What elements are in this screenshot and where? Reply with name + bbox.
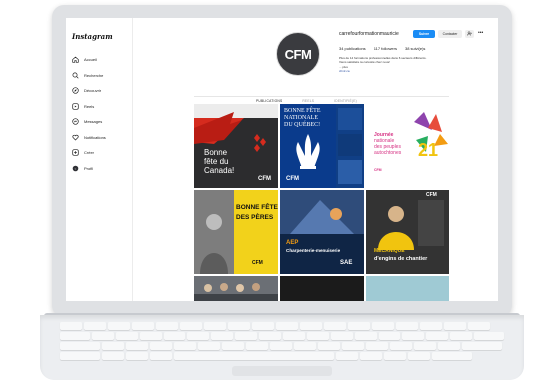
tab-reels[interactable]: REELS <box>302 99 314 103</box>
post-peres-line1: BONNE FÊTE <box>236 204 278 211</box>
avatar-icon: C <box>72 165 79 172</box>
message-icon <box>72 118 79 125</box>
sidebar-item-label: Créer <box>84 150 95 156</box>
sidebar-item-label: Découvrir <box>84 88 102 94</box>
keyboard-row <box>60 332 504 340</box>
post-peres-badge: CFM <box>252 260 263 266</box>
sidebar-item-label: Messages <box>84 119 103 125</box>
post-canada-line3: Canada! <box>204 166 235 175</box>
post-dark[interactable] <box>280 276 364 301</box>
sidebar-item-messages[interactable]: Messages <box>72 114 106 130</box>
profile-bio: Plus de 14 formations professionnelles d… <box>339 56 469 73</box>
post-charpente-line2: Charpenterie-menuiserie <box>286 248 341 253</box>
plus-square-icon <box>72 149 79 156</box>
post-mecanique-badge: CFM <box>426 192 437 198</box>
post-teal[interactable] <box>366 276 449 301</box>
profile-tabs: PUBLICATIONS REELS IDENTIFIÉ(E) <box>256 99 357 103</box>
post-mecanique[interactable]: MÉCANIQUE d'engins de chantier CFM <box>366 190 449 274</box>
more-options-icon[interactable]: ••• <box>478 30 483 36</box>
keyboard-row <box>60 352 504 360</box>
sidebar-item-label: Profil <box>84 165 94 171</box>
post-mecanique-line1: MÉCANIQUE <box>374 248 405 254</box>
instagram-logo[interactable]: Instagram <box>72 32 113 41</box>
tab-identifie[interactable]: IDENTIFIÉ(E) <box>334 99 357 103</box>
post-quebec-line1: BONNE FÊTE <box>284 108 321 114</box>
sidebar-item-notifications[interactable]: Notifications <box>72 130 106 146</box>
bio-website-link[interactable]: cfmtr.ca <box>339 69 469 73</box>
posts-grid: Bonne fête du Canada! CFM BONNE FÊTE NAT… <box>194 104 449 301</box>
group-photo <box>194 283 278 301</box>
post-charpente-line1: AEP <box>286 240 299 246</box>
heart-icon <box>72 134 79 141</box>
sidebar-item-label: Accueil <box>84 57 97 63</box>
sidebar-item-label: Recherche <box>84 72 104 78</box>
keyboard-row <box>60 342 504 350</box>
tab-publications[interactable]: PUBLICATIONS <box>256 99 282 103</box>
sidebar-item-reels[interactable]: Reels <box>72 99 106 115</box>
post-quebec-line3: DU QUÉBEC! <box>284 122 321 128</box>
sidebar-item-label: Reels <box>84 103 95 109</box>
suggest-user-button[interactable] <box>465 30 474 38</box>
profile-header: CFM carrefourformationmauricie Suivre Co… <box>132 18 498 96</box>
profile-avatar[interactable]: CFM <box>276 32 320 76</box>
post-peres[interactable]: BONNE FÊTE DES PÈRES CFM <box>194 190 278 274</box>
post-autochtones-line4: autochtones <box>374 150 402 156</box>
contact-button[interactable]: Contacter <box>438 30 462 38</box>
sidebar-item-recherche[interactable]: Recherche <box>72 68 106 84</box>
father-photo <box>194 190 278 274</box>
laptop-trackpad <box>232 366 332 376</box>
sidebar-item-label: Notifications <box>84 134 106 140</box>
post-mecanique-line2: d'engins de chantier <box>374 256 428 262</box>
post-quebec-badge: CFM <box>286 176 299 182</box>
post-quebec[interactable]: BONNE FÊTE NATIONALE DU QUÉBEC! CFM <box>280 104 364 188</box>
laptop-keyboard <box>60 322 504 366</box>
following-count[interactable]: 38 suivi(e)s <box>405 46 425 51</box>
sidebar: Instagram Accueil Recherche Découvrir Re… <box>66 18 133 301</box>
follow-button[interactable]: Suivre <box>413 30 435 38</box>
reels-icon <box>72 103 79 110</box>
post-canada-badge: CFM <box>258 176 271 182</box>
post-autochtones-badge: CFM <box>374 168 382 172</box>
post-group-photo[interactable] <box>194 276 278 301</box>
followers-count[interactable]: 117 followers <box>374 46 397 51</box>
keyboard-row <box>60 322 504 330</box>
post-canada-line2: fête du <box>204 157 229 166</box>
post-autochtones-number: 21 <box>418 140 439 160</box>
post-peres-line2: DES PÈRES <box>236 214 274 221</box>
tabs-divider <box>194 96 449 97</box>
sidebar-item-creer[interactable]: Créer <box>72 145 106 161</box>
post-charpente-badge: SAE <box>340 260 353 266</box>
profile-stats: 34 publications 117 followers 38 suivi(e… <box>339 46 425 51</box>
sidebar-item-decouvrir[interactable]: Découvrir <box>72 83 106 99</box>
post-canada-line1: Bonne <box>204 148 228 157</box>
post-autochtones[interactable]: 21 Journée nationale des peuples autocht… <box>366 104 449 188</box>
compass-icon <box>72 87 79 94</box>
home-icon <box>72 56 79 63</box>
search-icon <box>72 72 79 79</box>
instagram-screen: Instagram Accueil Recherche Découvrir Re… <box>66 18 498 301</box>
post-canada[interactable]: Bonne fête du Canada! CFM <box>194 104 278 188</box>
avatar-text: CFM <box>284 46 312 62</box>
sidebar-item-accueil[interactable]: Accueil <box>72 52 106 68</box>
add-user-icon <box>467 31 472 37</box>
sidebar-item-profil[interactable]: C Profil <box>72 161 106 177</box>
post-charpente[interactable]: AEP Charpenterie-menuiserie SAE <box>280 190 364 274</box>
sidebar-nav: Accueil Recherche Découvrir Reels Messag… <box>72 52 106 176</box>
posts-count: 34 publications <box>339 46 366 51</box>
post-quebec-line2: NATIONALE <box>284 115 318 121</box>
profile-username: carrefourformationmauricie <box>339 31 399 37</box>
